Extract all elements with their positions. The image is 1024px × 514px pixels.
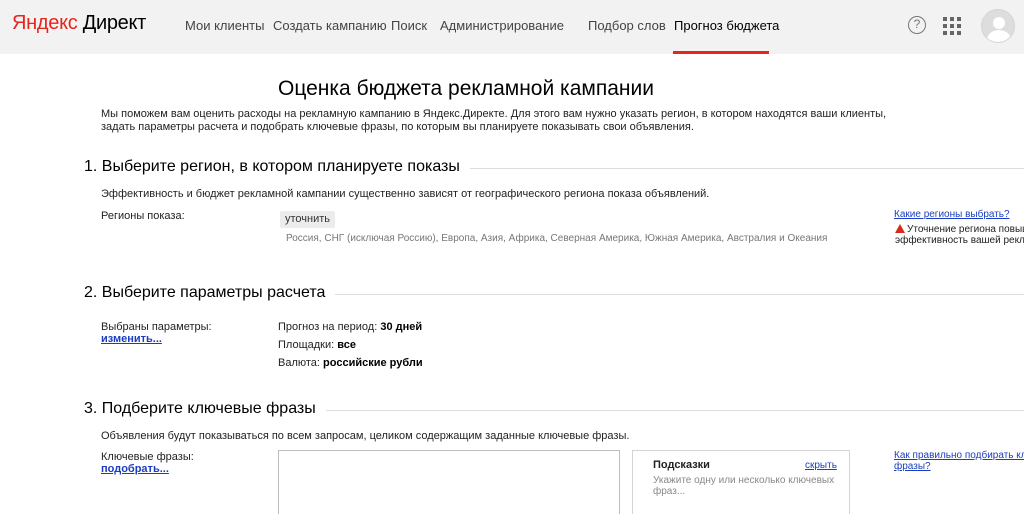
period-value: 30 дней	[380, 321, 423, 333]
top-header: Яндекс Директ Мои клиенты Создать кампан…	[0, 0, 1024, 54]
regions-list: Россия, СНГ (исключая Россию), Европа, А…	[286, 233, 828, 244]
warning-line2: эффективность вашей реклам	[895, 235, 1024, 246]
change-params-link[interactable]: изменить...	[101, 333, 162, 345]
nav-budget-forecast[interactable]: Прогноз бюджета	[674, 18, 779, 33]
howto-keywords-link[interactable]: Как правильно подбирать клю фразы?	[894, 450, 1024, 472]
keywords-textarea[interactable]	[278, 450, 620, 514]
nav-word-selection[interactable]: Подбор слов	[588, 18, 666, 33]
warning-line1: Уточнение региона повыша	[907, 224, 1024, 235]
nav-my-clients[interactable]: Мои клиенты	[185, 18, 264, 33]
intro-text: Мы поможем вам оценить расходы на реклам…	[101, 108, 887, 133]
hints-text: Укажите одну или несколько ключевых фраз…	[653, 475, 835, 497]
pick-keywords-link[interactable]: подобрать...	[101, 463, 169, 475]
yandex-direct-logo[interactable]: Яндекс Директ	[12, 12, 146, 35]
page-title: Оценка бюджета рекламной кампании	[278, 77, 654, 100]
howto-line2[interactable]: фразы?	[894, 461, 931, 472]
apps-grid-icon[interactable]	[943, 17, 961, 35]
selected-params-label: Выбраны параметры:	[101, 321, 212, 333]
warning-icon	[895, 224, 905, 233]
active-tab-underline	[673, 51, 769, 54]
nav-search[interactable]: Поиск	[391, 18, 427, 33]
section3-title: 3. Подберите ключевые фразы	[84, 400, 326, 418]
currency-label: Валюта:	[278, 357, 320, 369]
param-period: Прогноз на период: 30 дней	[278, 321, 422, 333]
section2-title: 2. Выберите параметры расчета	[84, 284, 336, 302]
region-warning: Уточнение региона повыша эффективность в…	[895, 224, 1024, 246]
user-avatar[interactable]	[981, 9, 1015, 43]
currency-value: российские рубли	[323, 357, 423, 369]
logo-direct: Директ	[82, 12, 147, 34]
keywords-label: Ключевые фразы:	[101, 451, 194, 463]
nav-create-campaign[interactable]: Создать кампанию	[273, 18, 387, 33]
section3-description: Объявления будут показываться по всем за…	[101, 430, 630, 442]
hints-title: Подсказки	[653, 459, 710, 471]
param-currency: Валюта: российские рубли	[278, 357, 423, 369]
sites-label: Площадки:	[278, 339, 335, 351]
refine-regions-button[interactable]: уточнить	[280, 211, 336, 228]
hide-hints-link[interactable]: скрыть	[805, 460, 837, 471]
regions-label: Регионы показа:	[101, 210, 185, 222]
nav-administration[interactable]: Администрирование	[440, 18, 564, 33]
section1-description: Эффективность и бюджет рекламной кампани…	[101, 188, 710, 200]
hints-panel: Подсказки скрыть Укажите одну или нескол…	[632, 450, 850, 514]
sites-value: все	[337, 339, 356, 351]
section1-title: 1. Выберите регион, в котором планируете…	[84, 158, 470, 176]
howto-line1[interactable]: Как правильно подбирать клю	[894, 450, 1024, 461]
help-icon[interactable]: ?	[908, 16, 926, 34]
param-sites: Площадки: все	[278, 339, 356, 351]
period-label: Прогноз на период:	[278, 321, 378, 333]
which-regions-link[interactable]: Какие регионы выбрать?	[894, 209, 1010, 220]
logo-yandex: Яндекс	[12, 12, 78, 34]
